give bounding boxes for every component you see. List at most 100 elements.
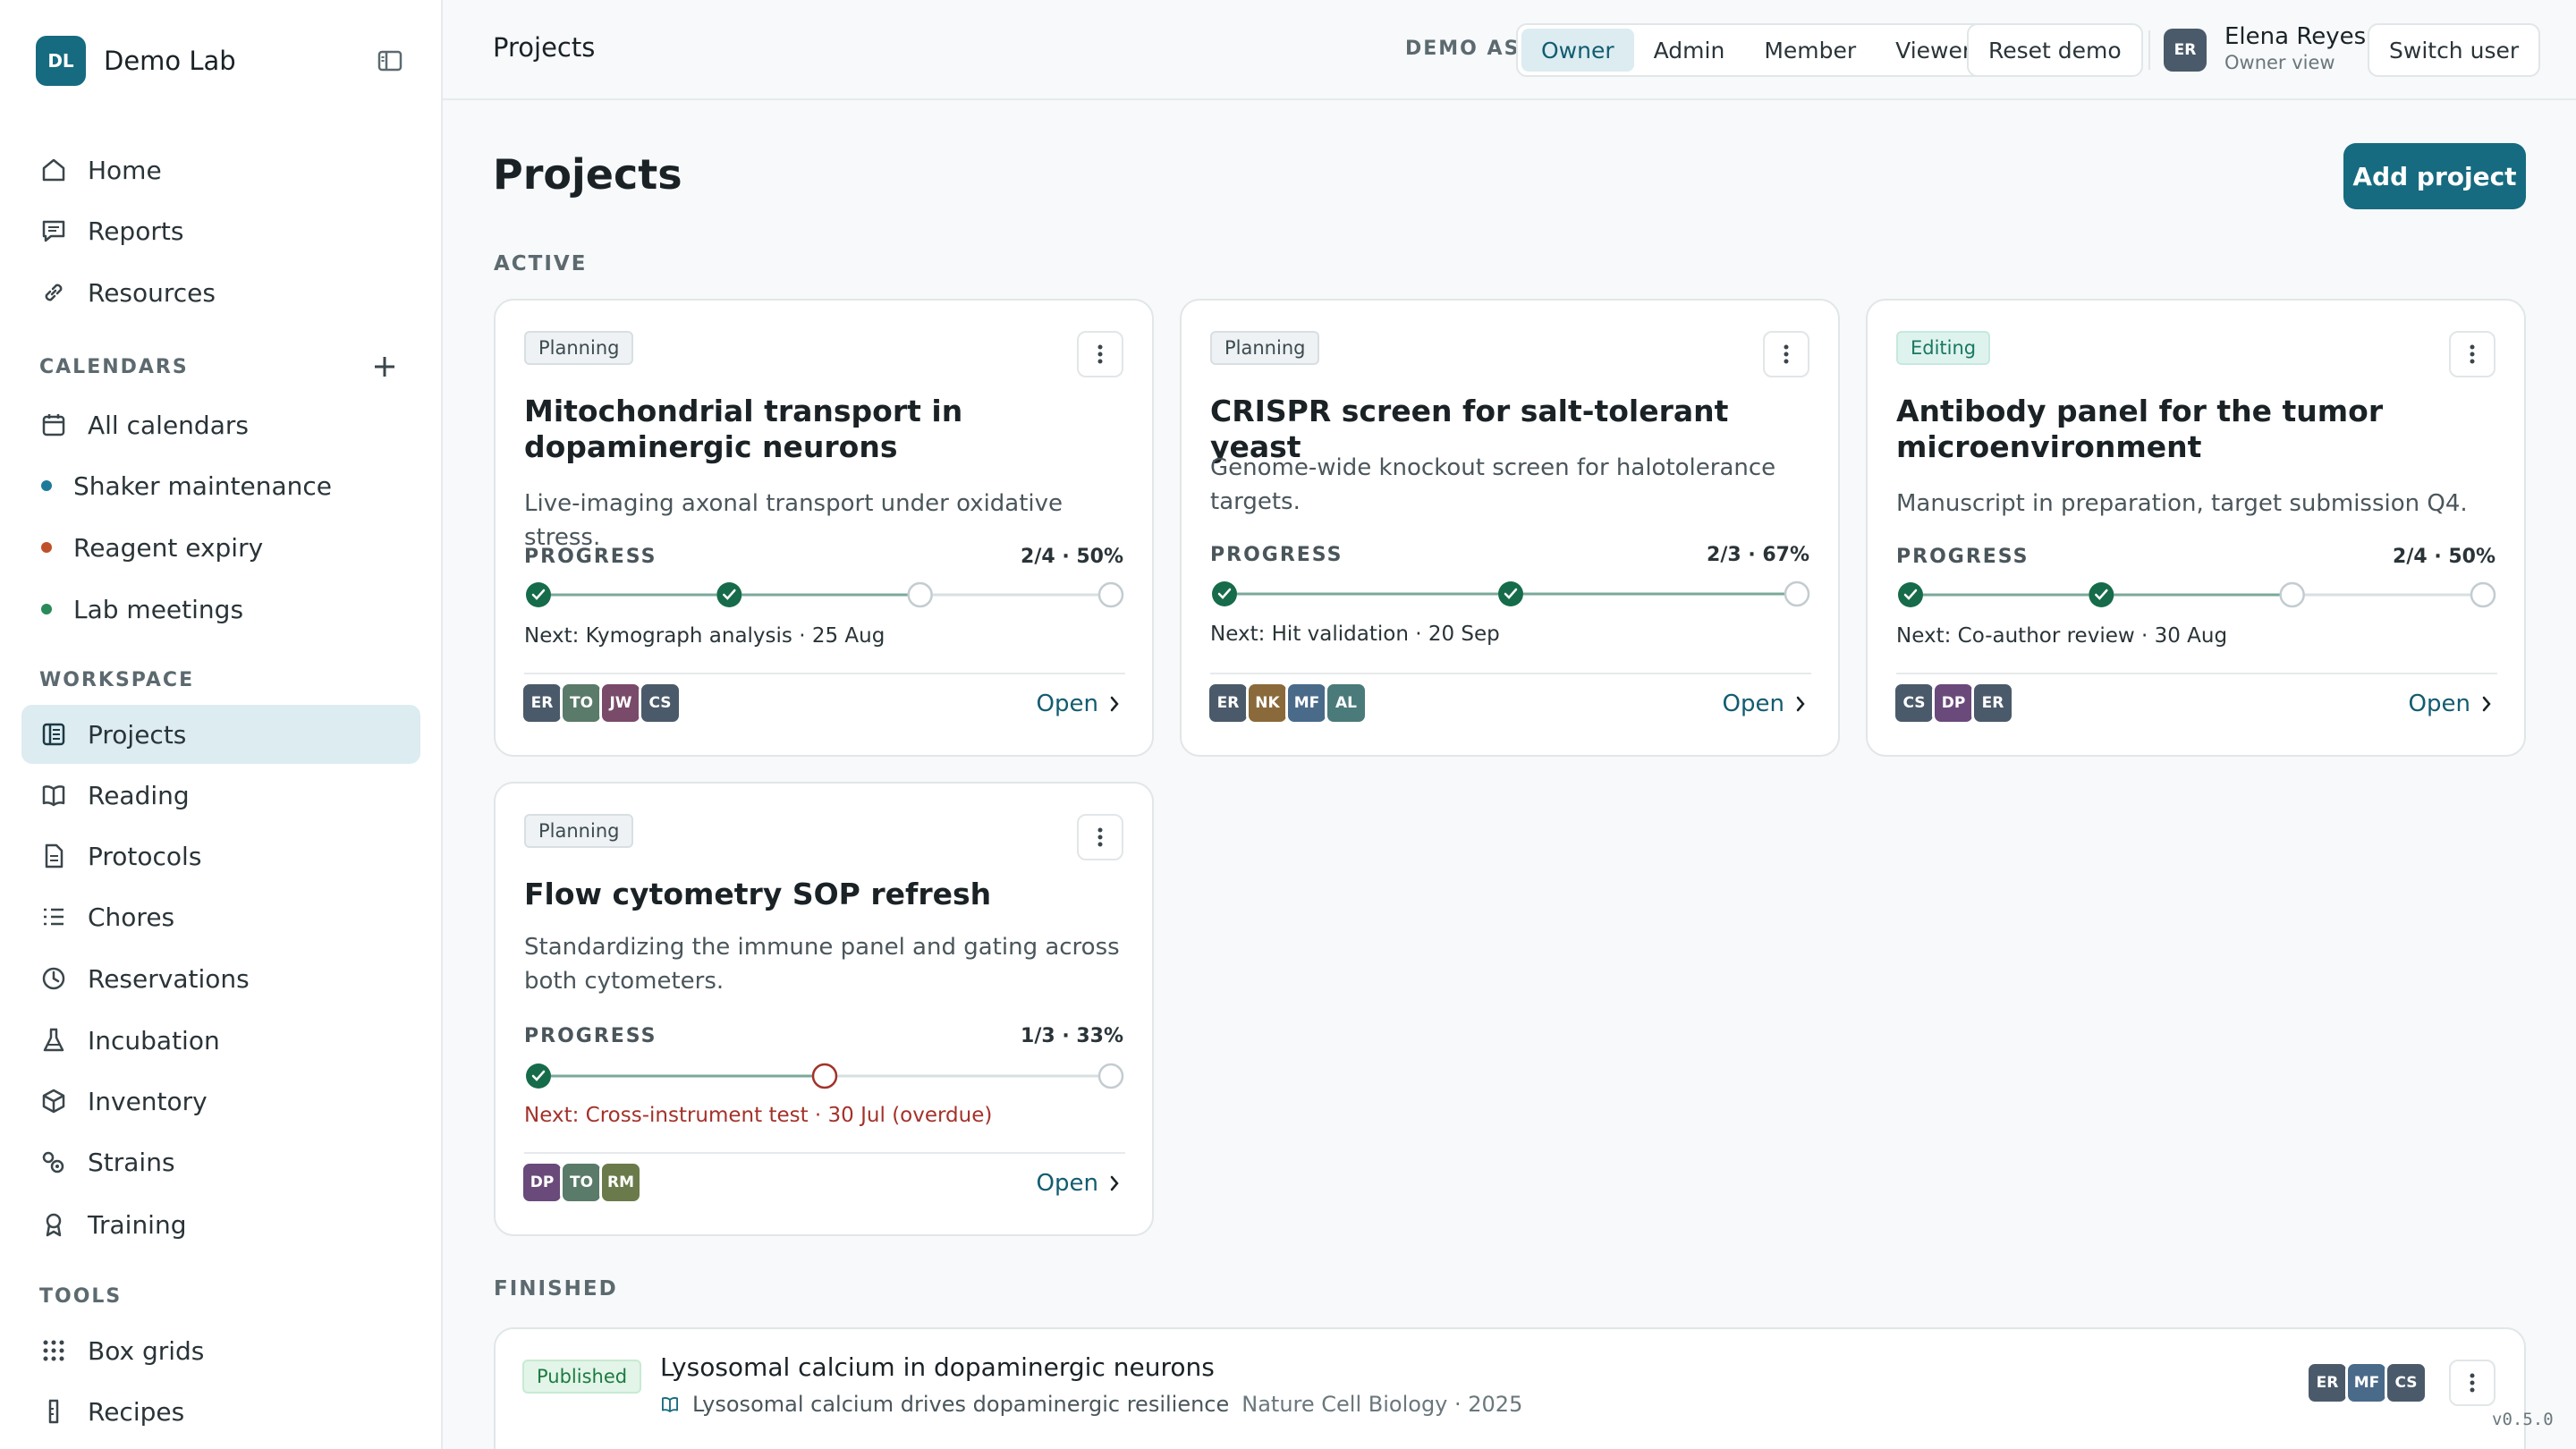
nav-projects[interactable]: Projects xyxy=(21,705,420,764)
progress-track xyxy=(526,581,1124,608)
calendar-lab-meetings[interactable]: Lab meetings xyxy=(21,580,420,639)
more-options-icon[interactable] xyxy=(1763,331,1809,377)
more-options-icon[interactable] xyxy=(2449,1360,2496,1406)
more-options-icon[interactable] xyxy=(1077,331,1123,377)
nav-incubation[interactable]: Incubation xyxy=(21,1011,420,1070)
role-member[interactable]: Member xyxy=(1744,29,1876,72)
brand[interactable]: DL Demo Lab xyxy=(36,36,236,86)
nav-label: Reading xyxy=(88,780,190,810)
project-title[interactable]: Antibody panel for the tumor microenviro… xyxy=(1896,394,2487,465)
open-link[interactable]: Open xyxy=(1723,691,1806,717)
progress-step-done xyxy=(1898,582,1923,607)
open-label: Open xyxy=(1036,1170,1098,1197)
progress-value: 1/3 · 33% xyxy=(1021,1025,1123,1047)
page-title: Projects xyxy=(493,150,682,199)
switch-user-button[interactable]: Switch user xyxy=(2368,23,2541,77)
nav-training[interactable]: Training xyxy=(21,1195,420,1254)
demo-as-label: DEMO AS xyxy=(1405,38,1521,60)
role-switcher: Owner Admin Member Viewer xyxy=(1516,23,1997,77)
role-owner[interactable]: Owner xyxy=(1521,29,1634,72)
calendar-color-dot xyxy=(41,542,52,553)
nav-reading[interactable]: Reading xyxy=(21,766,420,825)
member-avatars: ER NK MF AL xyxy=(1207,682,1368,724)
avatar: ER xyxy=(1971,682,2014,724)
nav-label: Incubation xyxy=(88,1025,220,1055)
avatar: AL xyxy=(1325,682,1368,724)
ribbon-icon xyxy=(39,1210,68,1239)
nav-label: Home xyxy=(88,155,162,185)
nav-reservations[interactable]: Reservations xyxy=(21,949,420,1008)
nav-all-calendars[interactable]: All calendars xyxy=(21,395,420,454)
divider xyxy=(1210,673,1811,674)
progress-label: PROGRESS xyxy=(1896,546,2029,568)
publication-info: Lysosomal calcium drives dopaminergic re… xyxy=(660,1392,1522,1417)
progress-label: PROGRESS xyxy=(1210,544,1343,566)
project-title[interactable]: Flow cytometry SOP refresh xyxy=(524,877,1114,912)
nav-label: Reports xyxy=(88,216,184,246)
progress-step-done xyxy=(526,1063,551,1089)
avatar: JW xyxy=(599,682,642,724)
nav-home[interactable]: Home xyxy=(21,140,420,199)
progress-track xyxy=(1898,581,2496,608)
grid-icon xyxy=(39,1336,68,1365)
open-link[interactable]: Open xyxy=(2409,691,2492,717)
nav-recipes[interactable]: Recipes xyxy=(21,1382,420,1441)
nav-label: Inventory xyxy=(88,1086,208,1116)
member-avatars: CS DP ER xyxy=(1893,682,2014,724)
nav-protocols[interactable]: Protocols xyxy=(21,826,420,886)
project-title[interactable]: Mitochondrial transport in dopaminergic … xyxy=(524,394,1114,465)
avatar: TO xyxy=(560,682,603,724)
nav-label: Resources xyxy=(88,277,216,308)
nav-box-grids[interactable]: Box grids xyxy=(21,1321,420,1380)
role-admin[interactable]: Admin xyxy=(1634,29,1745,72)
chat-icon xyxy=(39,216,68,245)
nav-label: Shaker maintenance xyxy=(73,470,332,501)
more-options-icon[interactable] xyxy=(1077,814,1123,860)
beaker-icon xyxy=(39,1397,68,1426)
chevron-right-icon xyxy=(1110,696,1119,712)
finished-project-row: Published Lysosomal calcium in dopaminer… xyxy=(494,1327,2526,1449)
avatar: CS xyxy=(2385,1361,2428,1404)
add-calendar-icon[interactable] xyxy=(369,351,401,383)
project-card: Planning CRISPR screen for salt-tolerant… xyxy=(1180,299,1840,757)
nav-reports[interactable]: Reports xyxy=(21,201,420,260)
open-link[interactable]: Open xyxy=(1037,691,1120,717)
sidebar-toggle-icon[interactable] xyxy=(376,47,404,75)
progress-step-overdue xyxy=(811,1063,838,1089)
nav-resources[interactable]: Resources xyxy=(21,263,420,322)
nav-label: All calendars xyxy=(88,410,249,440)
journal-info: Nature Cell Biology · 2025 xyxy=(1241,1392,1523,1417)
progress-track xyxy=(1212,580,1810,607)
progress-step-todo xyxy=(1784,580,1810,607)
progress-value: 2/4 · 50% xyxy=(2393,546,2496,568)
status-badge: Planning xyxy=(1210,331,1320,365)
version-label: v0.5.0 xyxy=(2492,1410,2554,1429)
nav-label: Projects xyxy=(88,719,187,750)
strains-icon xyxy=(39,1148,68,1176)
calendar-color-dot xyxy=(41,604,52,614)
topbar: Projects DEMO AS Owner Admin Member View… xyxy=(443,0,2576,100)
divider xyxy=(524,1152,1125,1154)
progress-step-done xyxy=(1212,581,1237,606)
avatar: CS xyxy=(1893,682,1936,724)
nav-strains[interactable]: Strains xyxy=(21,1132,420,1191)
project-title[interactable]: Lysosomal calcium in dopaminergic neuron… xyxy=(660,1352,1215,1382)
add-project-button[interactable]: Add project xyxy=(2343,143,2526,209)
more-options-icon[interactable] xyxy=(2449,331,2496,377)
nav-chores[interactable]: Chores xyxy=(21,887,420,946)
avatar: ER xyxy=(2306,1361,2349,1404)
progress-step-todo xyxy=(907,581,933,608)
progress-value: 2/4 · 50% xyxy=(1021,546,1123,568)
member-avatars: DP TO RM xyxy=(521,1161,642,1204)
project-description: Manuscript in preparation, target submis… xyxy=(1896,490,2468,517)
reset-demo-button[interactable]: Reset demo xyxy=(1967,23,2143,77)
nav-inventory[interactable]: Inventory xyxy=(21,1072,420,1131)
paper-title[interactable]: Lysosomal calcium drives dopaminergic re… xyxy=(692,1392,1229,1417)
open-link[interactable]: Open xyxy=(1037,1170,1120,1197)
avatar: MF xyxy=(2345,1361,2388,1404)
calendar-shaker-maintenance[interactable]: Shaker maintenance xyxy=(21,456,420,515)
progress-step-todo xyxy=(2470,581,2496,608)
next-step: Next: Cross-instrument test · 30 Jul (ov… xyxy=(524,1104,993,1127)
calendar-reagent-expiry[interactable]: Reagent expiry xyxy=(21,518,420,577)
brand-name: Demo Lab xyxy=(104,46,236,76)
